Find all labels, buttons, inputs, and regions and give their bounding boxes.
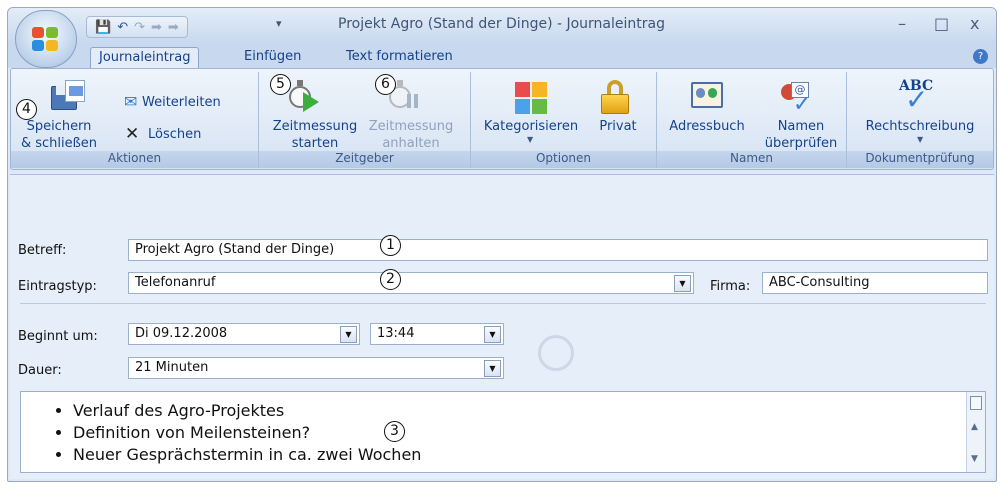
group-namen: Adressbuch @ ✓ Namen überprüfen Namen [657, 72, 847, 168]
callout-1: 1 [380, 235, 401, 256]
title-bar: 💾 ↶ ↷ ➡ ➡ ▾ Projekt Agro (Stand der Ding… [8, 8, 996, 44]
group-name-dokumentpruefung: Dokumentprüfung [847, 151, 993, 168]
entry-type-label: Eintragstyp: [18, 279, 97, 294]
window-title: Projekt Agro (Stand der Dinge) - Journal… [338, 16, 665, 32]
start-time-dropdown-icon[interactable]: ▼ [484, 326, 501, 343]
tab-einfuegen[interactable]: Einfügen [236, 47, 309, 68]
categorize-button[interactable]: Kategorisieren [475, 118, 587, 135]
customize-qat-icon[interactable]: ▾ [276, 17, 282, 30]
scroll-up-icon[interactable]: ▲ [971, 422, 978, 432]
office-button[interactable] [15, 10, 77, 68]
duration-select[interactable]: 21 Minuten [128, 357, 504, 379]
group-name-optionen: Optionen [471, 151, 656, 168]
save-icon[interactable]: 💾 [95, 21, 111, 34]
start-timer-icon[interactable] [287, 80, 321, 114]
ribbon: Speichern & schließen ✉ Weiterleiten ✕ L… [10, 68, 994, 170]
start-date-dropdown-icon[interactable]: ▼ [340, 326, 357, 343]
callout-4: 4 [16, 99, 37, 120]
stop-timer-button: Zeitmessung anhalten [368, 119, 454, 151]
save-close-icon[interactable] [51, 80, 85, 110]
group-aktionen: Speichern & schließen ✉ Weiterleiten ✕ L… [11, 72, 259, 168]
callout-2: 2 [380, 269, 401, 290]
group-name-zeitgeber: Zeitgeber [259, 151, 470, 168]
office-logo-icon [32, 27, 60, 53]
spelling-icon[interactable]: ABC ✓ [899, 78, 941, 114]
list-item: Definition von Meilensteinen? [73, 422, 421, 444]
callout-6: 6 [375, 74, 396, 95]
entry-type-dropdown-icon[interactable]: ▼ [674, 275, 691, 292]
maximize-icon[interactable]: □ [934, 14, 949, 33]
undo-icon[interactable]: ↶ [117, 21, 128, 34]
start-timer-button[interactable]: Zeitmessung starten [267, 118, 363, 152]
tab-journaleintrag[interactable]: Journaleintrag [90, 47, 200, 68]
company-label: Firma: [710, 279, 751, 294]
quick-access-toolbar: 💾 ↶ ↷ ➡ ➡ [86, 16, 188, 38]
help-icon[interactable]: ? [973, 49, 988, 64]
entry-type-select[interactable]: Telefonanruf [128, 272, 694, 294]
check-names-icon[interactable]: @ ✓ [779, 80, 819, 116]
duration-label: Dauer: [18, 363, 62, 378]
journal-form: Betreff: Projekt Agro (Stand der Dinge) … [10, 174, 994, 479]
dropdown-arrow-icon: ▼ [527, 135, 534, 144]
minimize-icon[interactable]: – [898, 14, 906, 33]
private-button[interactable]: Privat [593, 118, 643, 135]
save-close-button[interactable]: Speichern & schließen [17, 118, 101, 152]
forward-icon: ✉ [124, 92, 138, 111]
list-item: Neuer Gesprächstermin in ca. zwei Wochen [73, 444, 421, 466]
check-names-button[interactable]: Namen überprüfen [757, 118, 845, 152]
tab-text-formatieren[interactable]: Text formatieren [338, 47, 461, 68]
busy-indicator-icon [538, 335, 574, 371]
company-input[interactable]: ABC-Consulting [762, 272, 988, 294]
down-arrow-icon[interactable]: ➡ [168, 21, 179, 34]
start-date-input[interactable]: Di 09.12.2008 [128, 323, 360, 345]
up-arrow-icon[interactable]: ➡ [151, 21, 162, 34]
group-name-namen: Namen [657, 151, 846, 168]
spelling-button[interactable]: Rechtschreibung [851, 118, 989, 135]
addressbook-icon[interactable] [691, 82, 723, 112]
subject-label: Betreff: [18, 243, 67, 258]
duration-dropdown-icon[interactable]: ▼ [484, 360, 501, 377]
delete-button[interactable]: Löschen [148, 126, 201, 143]
journal-entry-window: 💾 ↶ ↷ ➡ ➡ ▾ Projekt Agro (Stand der Ding… [7, 7, 997, 482]
categorize-icon[interactable] [515, 82, 547, 114]
forward-button[interactable]: Weiterleiten [142, 94, 221, 111]
group-dokumentpruefung: ABC ✓ Rechtschreibung ▼ Dokumentprüfung [847, 72, 993, 168]
callout-5: 5 [270, 74, 291, 95]
scroll-down-icon[interactable]: ▼ [971, 454, 978, 464]
notes-list: Verlauf des Agro-Projektes Definition vo… [73, 400, 421, 466]
addressbook-button[interactable]: Adressbuch [663, 118, 751, 135]
separator [20, 303, 986, 304]
close-icon[interactable]: x [970, 14, 979, 33]
callout-3: 3 [384, 421, 405, 442]
group-name-aktionen: Aktionen [11, 151, 258, 168]
delete-icon: ✕ [125, 124, 140, 144]
subject-input[interactable]: Projekt Agro (Stand der Dinge) [128, 239, 988, 261]
vertical-scrollbar[interactable]: ▲ ▼ [966, 392, 985, 472]
group-optionen: Kategorisieren ▼ Privat Optionen [471, 72, 657, 168]
list-item: Verlauf des Agro-Projektes [73, 400, 421, 422]
lock-icon [601, 80, 629, 114]
ribbon-tabs: Journaleintrag Einfügen Text formatieren… [8, 44, 996, 68]
start-label: Beginnt um: [18, 329, 98, 344]
spelling-dropdown-icon: ▼ [917, 135, 924, 144]
notes-body[interactable]: Verlauf des Agro-Projektes Definition vo… [20, 391, 986, 473]
redo-icon[interactable]: ↷ [134, 21, 145, 34]
notes-view-icon[interactable] [970, 396, 982, 410]
